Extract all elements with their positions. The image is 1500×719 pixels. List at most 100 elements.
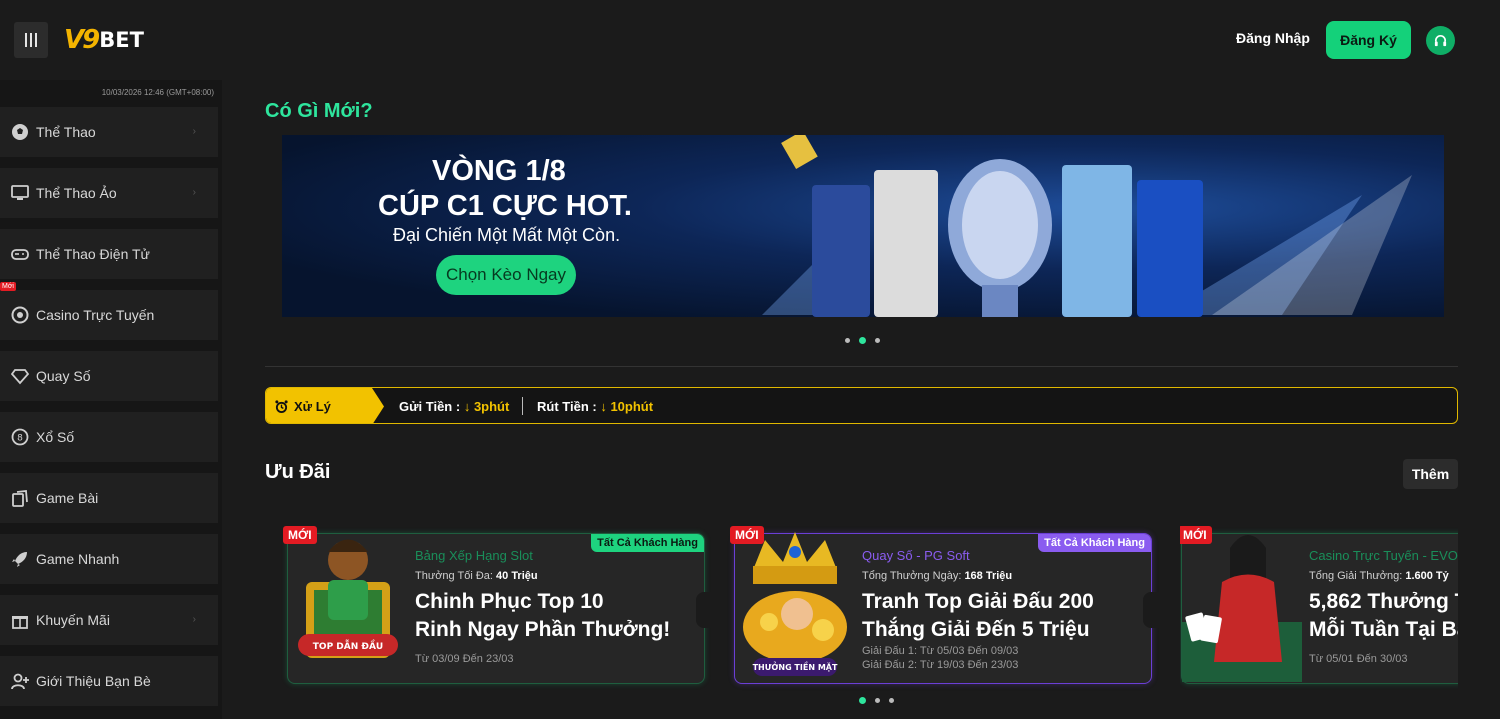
promo-carousel-clip: MỚI Casino Trực Tuyến - EVO Tổng Giải Th… [1180,520,1458,700]
carousel-dot[interactable] [875,338,880,343]
chevron-right-icon: › [192,126,196,137]
support-headset-button[interactable] [1426,26,1455,55]
processing-time-bar: Xử Lý Gửi Tiền : ↓ 3phút Rút Tiền : ↓ 10… [265,387,1458,424]
sidebar-item-label: Game Bài [36,490,99,506]
banner-subline: Đại Chiến Một Mất Một Còn. [393,225,621,245]
monitor-icon [11,184,29,202]
sidebar-item-card-games[interactable]: Game Bài [0,473,218,523]
logo-mark: V9 [64,25,100,55]
promo-title-line: Rinh Ngay Phần Thưởng! [415,618,671,641]
new-badge: MỚI [1180,526,1212,544]
promo-max-reward: Tổng Thưởng Ngày: 168 Triệu [862,570,1012,582]
promo-date: Từ 05/01 Đến 30/03 [1309,653,1408,665]
new-badge: Mới [0,282,16,291]
promo-title-line: Tranh Top Giải Đấu 200 [862,590,1094,613]
banner-cta-button[interactable]: Chọn Kèo Ngay [436,255,576,295]
promo-card[interactable]: MỚI Casino Trực Tuyến - EVO Tổng Giải Th… [1180,526,1458,684]
promo-max-reward: Thưởng Tối Đa: 40 Triệu [415,570,538,582]
logo-text: BET [99,28,144,52]
audience-badge: Tất Cả Khách Hàng [591,534,704,552]
carousel-dot-active[interactable] [859,697,866,704]
deposit-label: Gửi Tiền : [399,399,461,414]
chevron-right-icon: › [192,614,196,625]
promo-date: Từ 03/09 Đến 23/03 [415,653,514,665]
sidebar-item-live-casino[interactable]: Mới Casino Trực Tuyến [0,282,218,340]
promo-card[interactable]: THƯỞNG TIỀN MẶT MỚI Tất Cả Khách Hàng Qu… [730,526,1159,684]
carousel-dot[interactable] [875,698,880,703]
sidebar-item-label: Thể Thao Ảo [36,185,117,201]
crown-treasure-artwork: THƯỞNG TIỀN MẶT [743,532,847,676]
headset-icon [1434,35,1447,47]
sidebar-item-sports[interactable]: Thể Thao › [0,107,218,157]
promo-card[interactable]: TOP DẪN ĐẦU MỚI Tất Cả Khách Hàng Bảng X… [283,526,712,684]
login-link[interactable]: Đăng Nhập [1236,30,1310,46]
add-user-icon [11,672,29,690]
promo-max-label: Tổng Thưởng Ngày: [862,570,962,582]
sidebar-item-quick-games[interactable]: Game Nhanh [0,534,218,584]
sidebar-item-label: Game Nhanh [36,551,120,567]
promo-category: Bảng Xếp Hạng Slot [415,548,533,563]
divider [265,366,1458,367]
promotions-title: Ưu Đãi [265,461,331,483]
casino-dealer-artwork [1182,535,1302,682]
promo-title: Chinh Phục Top 10 Rinh Ngay Phần Thưởng! [415,588,670,644]
sidebar-item-lottery[interactable]: 8 Xổ Số [0,412,218,462]
lottery-ball-icon: 8 [11,428,29,446]
gift-icon [11,611,29,629]
promo-category: Casino Trực Tuyến - EVO [1309,548,1458,563]
sidebar-item-virtual-sports[interactable]: Thể Thao Ảo › [0,168,218,218]
banner-headline-1: VÒNG 1/8 [432,155,566,187]
sidebar-item-promotions[interactable]: Khuyến Mãi › [0,595,218,645]
audience-badge: Tất Cả Khách Hàng [1038,534,1151,552]
promo-carousel-dots [859,697,894,704]
promo-date-line: Giải Đấu 2: Từ 19/03 Đến 23/03 [862,659,1019,671]
promo-title-line: Mỗi Tuần Tại Bac [1309,618,1458,641]
diamond-icon [11,367,29,385]
promo-dates: Giải Đấu 1: Từ 05/03 Đến 09/03 Giải Đấu … [862,644,1018,672]
main-content: Có Gì Mới? VÒNG 1/8 CÚP C1 CỰC HOT. Đại … [222,80,1500,719]
hamburger-menu-button[interactable] [14,22,48,58]
promo-title: Tranh Top Giải Đấu 200 Thắng Giải Đến 5 … [862,588,1094,644]
whats-new-title: Có Gì Mới? [265,100,373,122]
carousel-dot[interactable] [845,338,850,343]
promo-max-label: Tổng Giải Thưởng: [1309,570,1403,582]
sidebar-item-label: Thể Thao [36,124,96,140]
separator [522,397,523,415]
logo[interactable]: V9 BET [64,24,144,56]
banner-headline-2: CÚP C1 CỰC HOT. [378,190,632,222]
sidebar-item-label: Giới Thiệu Bạn Bè [36,673,151,689]
promo-max-reward: Tổng Giải Thưởng: 1.600 Tỷ [1309,570,1449,582]
soccer-ball-icon [11,123,29,141]
carousel-dot[interactable] [889,698,894,703]
top-bar: V9 BET Đăng Nhập Đăng Ký [0,0,1500,80]
processing-tag: Xử Lý [266,388,384,423]
sidebar: 10/03/2026 12:46 (GMT+08:00) Thể Thao › … [0,80,222,719]
rocket-icon [11,550,29,568]
new-badge: MỚI [730,526,764,544]
sidebar-item-label: Thể Thao Điện Tử [36,246,150,262]
promo-max-value: 168 Triệu [964,570,1013,582]
promo-category: Quay Số - PG Soft [862,548,970,563]
svg-text:8: 8 [17,434,23,444]
withdraw-time: Rút Tiền : ↓ 10phút [537,399,653,414]
down-arrow-icon: ↓ [600,399,607,414]
hero-banner[interactable]: VÒNG 1/8 CÚP C1 CỰC HOT. Đại Chiến Một M… [282,135,1444,317]
promo-title-line: Thắng Giải Đến 5 Triệu [862,618,1090,641]
promo-max-value: 1.600 Tỷ [1405,570,1449,582]
deposit-value: 3phút [473,399,510,414]
new-badge: MỚI [283,526,317,544]
top-leader-artwork: TOP DẪN ĐẦU [298,539,398,658]
deposit-time: Gửi Tiền : ↓ 3phút [399,399,509,414]
promo-title-line: Chinh Phục Top 10 [415,590,604,613]
sidebar-item-spin[interactable]: Quay Số [0,351,218,401]
sidebar-item-referral[interactable]: Giới Thiệu Bạn Bè [0,656,218,706]
carousel-dot-active[interactable] [859,337,866,344]
register-button[interactable]: Đăng Ký [1326,21,1411,59]
gamepad-icon [11,245,29,263]
more-promotions-button[interactable]: Thêm [1403,459,1458,489]
processing-tag-label: Xử Lý [294,399,331,414]
alarm-clock-icon [275,400,288,413]
withdraw-label: Rút Tiền : [537,399,597,414]
sidebar-item-label: Quay Số [36,368,91,384]
sidebar-item-esports[interactable]: Thể Thao Điện Tử [0,229,218,279]
